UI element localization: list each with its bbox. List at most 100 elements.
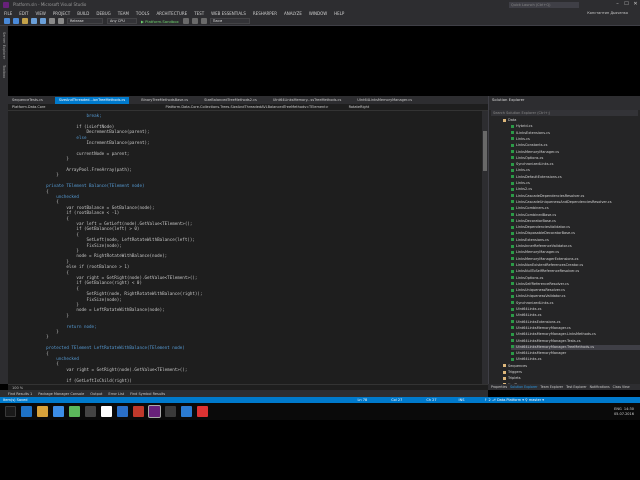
close-icon[interactable]: ✕: [631, 0, 640, 9]
tab-test-explorer[interactable]: Test Explorer: [566, 385, 587, 389]
code-line[interactable]: }: [26, 172, 59, 178]
menu-view[interactable]: VIEW: [35, 11, 45, 16]
toolbox-tab[interactable]: Toolbox: [2, 65, 6, 78]
solution-tree-item[interactable]: LinksCascadeUniquenessAndDependenciesRes…: [511, 200, 640, 206]
menu-architecture[interactable]: ARCHITECTURE: [156, 11, 187, 16]
scroll-thumb[interactable]: [483, 131, 487, 171]
solution-tree-item[interactable]: LinksDependenciesValidator.cs: [511, 225, 640, 231]
menu-build[interactable]: BUILD: [77, 11, 89, 16]
solution-tree-item[interactable]: Triplets: [503, 376, 640, 382]
solution-tree-item[interactable]: SynchronizedLinks.cs: [511, 162, 640, 168]
solution-tree-item[interactable]: LinksCombiners.cs: [511, 206, 640, 212]
menu-debug[interactable]: DEBUG: [96, 11, 110, 16]
solution-tree-item[interactable]: ILinksExtensions.cs: [511, 131, 640, 137]
menu-analyze[interactable]: ANALYZE: [284, 11, 302, 16]
solution-tree-item[interactable]: LinksCascadeDependenciesResolver.cs: [511, 194, 640, 200]
tab-binary-tree-base[interactable]: BinaryTreeMethodsBase.cs: [137, 97, 192, 104]
solution-tree-item[interactable]: LinksOptions.cs: [511, 276, 640, 282]
menu-web-essentials[interactable]: WEB ESSENTIALS: [211, 11, 246, 16]
type-dropdown[interactable]: Platform.Data.Core.Collections.Trees.Siz…: [165, 105, 328, 109]
solution-tree-item[interactable]: LinksMemoryManager.cs: [511, 250, 640, 256]
solution-tree-item[interactable]: UInt64LinksMemoryManager.cs: [511, 326, 640, 332]
platform-select[interactable]: Any CPU: [107, 18, 137, 24]
solution-tree-item[interactable]: LinksOptions.cs: [511, 156, 640, 162]
code-editor[interactable]: break; if (isLeftNode) DecrementBalance(…: [8, 111, 488, 384]
menu-project[interactable]: PROJECT: [53, 11, 70, 16]
code-line[interactable]: var right = GetRight(node).GetValue<TEle…: [26, 367, 187, 373]
maximize-icon[interactable]: ☐: [622, 0, 631, 9]
store-icon[interactable]: [53, 406, 64, 417]
solution-tree-item[interactable]: UInt64LinksMemoryManager.LinksMethods.cs: [511, 332, 640, 338]
app-icon[interactable]: [197, 406, 208, 417]
tab-class-view[interactable]: Class View: [613, 385, 630, 389]
app-icon[interactable]: [85, 406, 96, 417]
tab-team-explorer[interactable]: Team Explorer: [540, 385, 563, 389]
code-line[interactable]: }: [26, 313, 69, 319]
solution-tree-item[interactable]: UInt64LinksMemoryManager.TreeMethods.cs: [511, 344, 640, 351]
configuration-select[interactable]: Release: [67, 18, 103, 24]
tab-find-results[interactable]: Find Results 1: [8, 392, 32, 396]
solution-tree-item[interactable]: LinksDefaultExtensions.cs: [511, 175, 640, 181]
app-icon[interactable]: [133, 406, 144, 417]
tab-solution-explorer[interactable]: Solution Explorer: [510, 385, 537, 389]
menu-tools[interactable]: TOOLS: [136, 11, 150, 16]
toolbar-icon[interactable]: [191, 18, 198, 24]
menu-window[interactable]: WINDOW: [309, 11, 327, 16]
menu-edit[interactable]: EDIT: [19, 11, 28, 16]
solution-tree-item[interactable]: LinksExtensions.cs: [511, 238, 640, 244]
solution-tree-item[interactable]: Links2.cs: [511, 187, 640, 193]
solution-tree-item[interactable]: Data: [503, 118, 640, 124]
tab-size-threaded-tree[interactable]: SizeAndThreaded...ionTreeMethods.cs: [54, 97, 130, 104]
menu-resharper[interactable]: RESHARPER: [253, 11, 277, 16]
tab-size-balanced-tree[interactable]: SizeBalancedTreeMethods2.cs: [200, 97, 261, 104]
solution-platform-select[interactable]: Пасм: [209, 18, 250, 24]
open-folder-icon[interactable]: [22, 18, 28, 24]
tab-sequence-tests[interactable]: SequenceTests.cs: [8, 97, 47, 104]
solution-tree-item[interactable]: Hybrid.cs: [511, 124, 640, 130]
solution-tree-item[interactable]: UInt64LinksMemoryManager.Tests.cs: [511, 339, 640, 345]
code-line[interactable]: }: [26, 334, 49, 340]
forward-icon[interactable]: [13, 18, 19, 24]
code-line[interactable]: if (GetLeftIsChild(right)): [26, 378, 132, 384]
back-icon[interactable]: [4, 18, 10, 24]
save-all-icon[interactable]: [40, 18, 46, 24]
app-icon[interactable]: [117, 406, 128, 417]
minimize-icon[interactable]: –: [613, 0, 622, 9]
keyboard-language[interactable]: ENG: [614, 407, 622, 411]
solution-tree-item[interactable]: LinksCombinedBase.cs: [511, 213, 640, 219]
menu-test[interactable]: TEST: [194, 11, 204, 16]
tab-error-list[interactable]: Error List: [108, 392, 124, 396]
solution-tree-item[interactable]: LinksUniquenessResolver.cs: [511, 288, 640, 294]
tab-links-memory-manager[interactable]: UInt64LinksMemoryManager.cs: [353, 97, 416, 104]
code-line[interactable]: break;: [26, 113, 102, 119]
solution-tree-item[interactable]: SynchronizedLinks.cs: [511, 301, 640, 307]
code-line[interactable]: protected TElement LeftRotateWithBalance…: [26, 345, 185, 351]
toolbar-icon[interactable]: [182, 18, 189, 24]
menu-team[interactable]: TEAM: [118, 11, 129, 16]
menu-help[interactable]: HELP: [334, 11, 344, 16]
solution-tree-item[interactable]: LinksNullToSelfReferenceResolver.cs: [511, 269, 640, 275]
tab-properties[interactable]: Properties: [491, 385, 507, 389]
quick-launch-input[interactable]: Quick Launch (Ctrl+Q): [509, 1, 579, 8]
system-tray[interactable]: ENG 14:30 05.07.2016: [614, 407, 634, 416]
browser-icon[interactable]: [21, 406, 32, 417]
server-explorer-tab[interactable]: Server Explorer: [2, 32, 6, 59]
solution-tree-item[interactable]: LinksDecoratorBase.cs: [511, 219, 640, 225]
solution-tree-item[interactable]: UInt64LinksMemoryManager: [511, 351, 640, 357]
solution-tree-item[interactable]: Links.cs: [511, 168, 640, 174]
solution-tree-item[interactable]: LinksSelfReferenceResolver.cs: [511, 282, 640, 288]
solution-tree-item[interactable]: LinksConstants.cs: [511, 143, 640, 149]
member-dropdown[interactable]: RotateRight: [349, 105, 370, 109]
solution-tree-item[interactable]: UInt64LinksExtensions.cs: [511, 320, 640, 326]
solution-tree-item[interactable]: LinksUniquenessValidator.cs: [511, 294, 640, 300]
solution-tree-item[interactable]: LinksMemoryManagerExtensions.cs: [511, 257, 640, 263]
toolbar-icon[interactable]: [200, 18, 207, 24]
project-dropdown[interactable]: Platform.Data.Core: [12, 105, 45, 109]
solution-search-input[interactable]: Search Solution Explorer (Ctrl+;): [491, 110, 638, 116]
code-line[interactable]: IncrementBalance(parent);: [26, 140, 150, 146]
solution-tree-item[interactable]: LinksNonExistentReferencesCreator.cs: [511, 263, 640, 269]
tab-output[interactable]: Output: [90, 392, 102, 396]
undo-icon[interactable]: [49, 18, 55, 24]
app-icon[interactable]: [101, 406, 112, 417]
app-icon[interactable]: [165, 406, 176, 417]
